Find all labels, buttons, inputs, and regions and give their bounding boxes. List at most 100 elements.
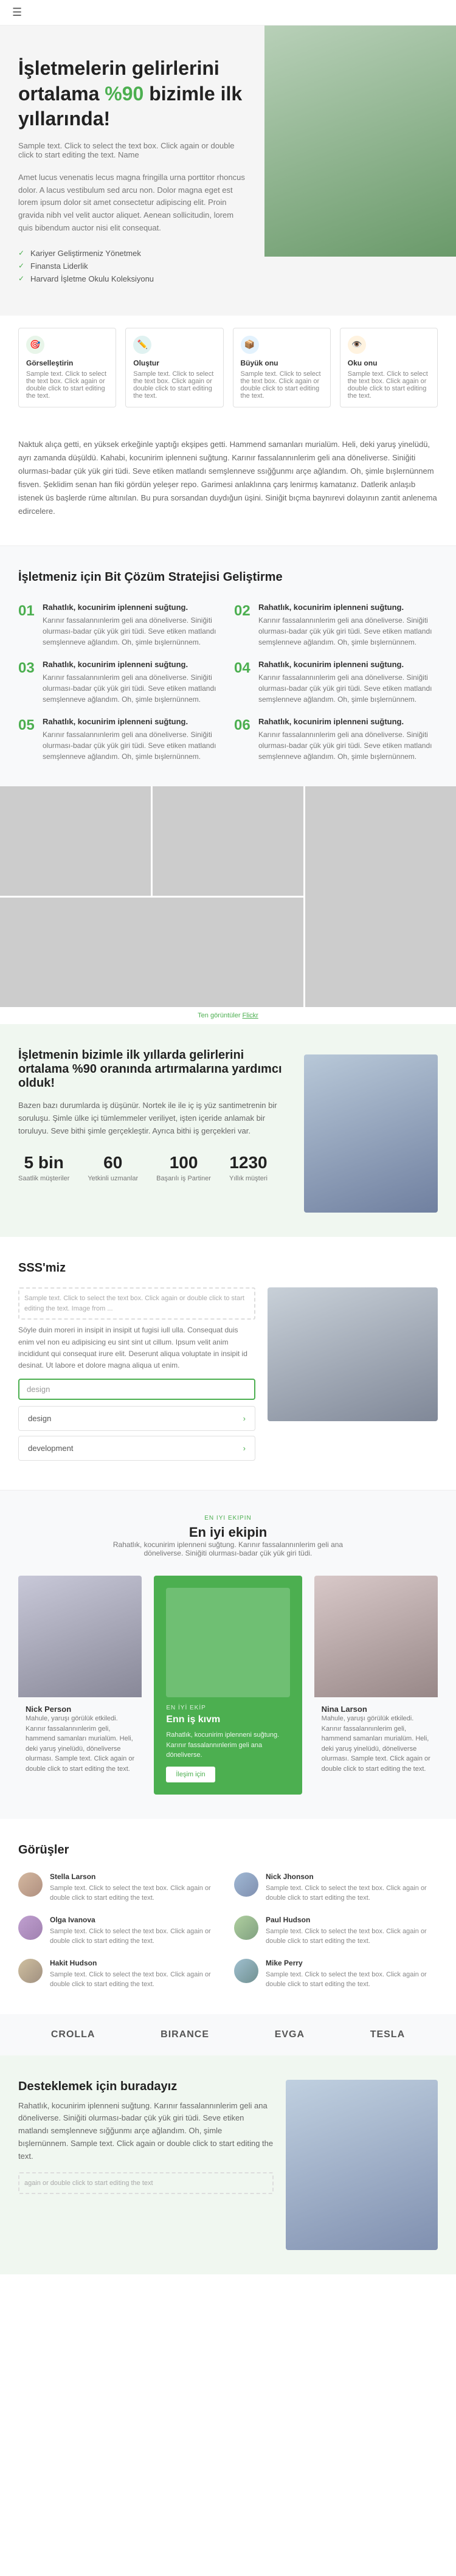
feature-card: 📦 Büyük onu Sample text. Click to select…	[233, 328, 331, 407]
hamburger-icon[interactable]: ☰	[12, 6, 22, 19]
team-featured-name: Enn iş kıvm	[166, 1714, 289, 1725]
team-section: En iyi ekipin En iyi ekipin Rahatlık, ko…	[0, 1491, 456, 1819]
photo-caption-link[interactable]: Flickr	[243, 1012, 258, 1019]
sss-content: Sample text. Click to select the text bo…	[18, 1287, 438, 1466]
stat-item: 60 Yetkinli uzmanlar	[88, 1153, 138, 1182]
hero-subtitle: Sample text. Click to select the text bo…	[18, 141, 249, 159]
strategy-text: Rahatlık, kocunirim iplenneni suğtung. K…	[43, 660, 222, 705]
feature-cards-row: 🎯 Görselleştirin Sample text. Click to s…	[0, 316, 456, 420]
review-text: Sample text. Click to select the text bo…	[266, 1970, 438, 1990]
stat-label: Başarılı iş Partiner	[156, 1175, 211, 1182]
card-text: Sample text. Click to select the text bo…	[26, 370, 108, 400]
strategy-text: Rahatlık, kocunirim iplenneni suğtung. K…	[43, 603, 222, 648]
photo-caption: Ten görüntüler Flickr	[0, 1007, 456, 1024]
team-member-1-bio: Mahule, yaruşı görülük etkiledi. Karınır…	[26, 1714, 134, 1774]
strategy-text: Rahatlık, kocunirim iplenneni suğtung. K…	[258, 660, 438, 705]
stat-num: 1230	[229, 1153, 268, 1172]
strategy-item-title: Rahatlık, kocunirim iplenneni suğtung.	[43, 717, 222, 726]
sss-search-input[interactable]	[18, 1379, 255, 1400]
sss-item-arrow: ›	[243, 1414, 246, 1423]
review-content: Mike Perry Sample text. Click to select …	[266, 1959, 438, 1990]
main-paragraph: Naktuk alıça getti, en yüksek erkeğinle …	[18, 438, 438, 519]
stats-description: Bazen bazı durumlarda iş düşünür. Nortek…	[18, 1099, 286, 1137]
strategy-section: İşletmeniz için Bit Çözüm Stratejisi Gel…	[0, 546, 456, 786]
hero-content: İşletmelerin gelirlerini ortalama %90 bi…	[18, 56, 249, 297]
card-icon: 🎯	[26, 336, 44, 354]
team-header: En iyi ekipin En iyi ekipin Rahatlık, ko…	[18, 1515, 438, 1557]
team-card-2-body: Nina Larson Mahule, yaruşı görülük etkil…	[314, 1697, 438, 1781]
sss-text-col: Sample text. Click to select the text bo…	[18, 1287, 255, 1466]
strategy-item-title: Rahatlık, kocunirim iplenneni suğtung.	[43, 660, 222, 669]
strategy-item-text: Karınır fassalannınlerim geli ana döneli…	[258, 672, 438, 705]
review-content: Hakit Hudson Sample text. Click to selec…	[50, 1959, 222, 1990]
stat-label: Yetkinli uzmanlar	[88, 1175, 138, 1182]
top-nav: ☰	[0, 0, 456, 26]
stat-item: 100 Başarılı iş Partiner	[156, 1153, 211, 1182]
review-content: Nick Jhonson Sample text. Click to selec…	[266, 1872, 438, 1903]
card-icon: ✏️	[133, 336, 151, 354]
card-title: Büyük onu	[241, 359, 323, 367]
review-avatar	[18, 1916, 43, 1940]
review-avatar	[234, 1959, 258, 1983]
strategy-text: Rahatlık, kocunirim iplenneni suğtung. K…	[258, 603, 438, 648]
strategy-item-text: Karınır fassalannınlerim geli ana döneli…	[43, 729, 222, 762]
card-icon: 👁️	[348, 336, 366, 354]
review-item: Nick Jhonson Sample text. Click to selec…	[234, 1872, 438, 1903]
strategy-text: Rahatlık, kocunirim iplenneni suğtung. K…	[43, 717, 222, 762]
stats-title: İşletmenin bizimle ilk yıllarda gelirler…	[18, 1048, 286, 1090]
feature-card: 🎯 Görselleştirin Sample text. Click to s…	[18, 328, 116, 407]
photo-grid	[0, 786, 456, 1007]
stat-item: 1230 Yıllık müşteri	[229, 1153, 268, 1182]
sss-item[interactable]: design ›	[18, 1406, 255, 1431]
hero-image	[264, 26, 456, 257]
hero-list-item: Finansta Liderlik	[18, 260, 249, 272]
team-featured-label: EN İYİ EKİP	[166, 1705, 289, 1711]
review-avatar	[234, 1872, 258, 1897]
sss-item-arrow: ›	[243, 1444, 246, 1453]
stats-row: 5 bin Saatlik müşteriler 60 Yetkinli uzm…	[18, 1153, 286, 1182]
review-content: Olga Ivanova Sample text. Click to selec…	[50, 1916, 222, 1947]
review-item: Mike Perry Sample text. Click to select …	[234, 1959, 438, 1990]
strategy-num: 03	[18, 660, 36, 705]
hero-list-item: Harvard İşletme Okulu Koleksiyonu	[18, 272, 249, 285]
featured-image	[166, 1588, 289, 1697]
hero-description: Amet lucus venenatis lecus magna fringil…	[18, 171, 249, 235]
card-title: Görselleştirin	[26, 359, 108, 367]
team-card-1: Nick Person Mahule, yaruşı görülük etkil…	[18, 1576, 142, 1795]
strategy-item-title: Rahatlık, kocunirim iplenneni suğtung.	[258, 660, 438, 669]
card-text: Sample text. Click to select the text bo…	[133, 370, 215, 400]
team-featured-card: EN İYİ EKİP Enn iş kıvm Rahatlık, kocuni…	[154, 1576, 302, 1795]
feature-card: 👁️ Oku onu Sample text. Click to select …	[340, 328, 438, 407]
sss-section: SSS'miz Sample text. Click to select the…	[0, 1237, 456, 1490]
strategy-item: 02 Rahatlık, kocunirim iplenneni suğtung…	[234, 603, 438, 648]
review-avatar	[18, 1872, 43, 1897]
team-member-1-name: Nick Person	[26, 1705, 134, 1714]
sss-item-label: design	[28, 1414, 51, 1423]
team-title: En iyi ekipin	[18, 1525, 438, 1540]
photo-3	[305, 786, 456, 1007]
sss-desc: Sample text. Click to select the text bo…	[18, 1287, 255, 1320]
strategy-item-text: Karınır fassalannınlerim geli ana döneli…	[43, 672, 222, 705]
logos-section: CROLLABIRANCEEVGATESLA	[0, 2014, 456, 2055]
team-featured-button[interactable]: İleşim için	[166, 1767, 215, 1782]
sss-item[interactable]: development›	[18, 1436, 255, 1461]
logo-item: TESLA	[370, 2029, 405, 2040]
hero-title: İşletmelerin gelirlerini ortalama %90 bi…	[18, 56, 249, 132]
bottom-cta-image	[286, 2080, 438, 2250]
bottom-cta-text: Desteklemek için buradayız Rahatlık, koc…	[18, 2080, 274, 2199]
card-text: Sample text. Click to select the text bo…	[241, 370, 323, 400]
strategy-num: 05	[18, 717, 36, 762]
review-avatar	[18, 1959, 43, 1983]
review-text: Sample text. Click to select the text bo…	[266, 1927, 438, 1947]
team-member-2-bio: Mahule, yaruşı görülük etkiledi. Karınır…	[322, 1714, 430, 1774]
photo-4	[0, 898, 303, 1007]
reviews-title: Görüşler	[18, 1843, 438, 1857]
team-member-2-name: Nina Larson	[322, 1705, 430, 1714]
bottom-cta-body: Rahatlık, kocunirim iplenneni suğtung. K…	[18, 2100, 274, 2163]
sss-body: Söyle duin moreri in insipit in insipit …	[18, 1324, 255, 1371]
photo-1	[0, 786, 151, 896]
team-cards: Nick Person Mahule, yaruşı görülük etkil…	[18, 1576, 438, 1795]
stat-label: Saatlik müşteriler	[18, 1175, 69, 1182]
sss-title: SSS'miz	[18, 1261, 438, 1275]
card-title: Oku onu	[348, 359, 430, 367]
